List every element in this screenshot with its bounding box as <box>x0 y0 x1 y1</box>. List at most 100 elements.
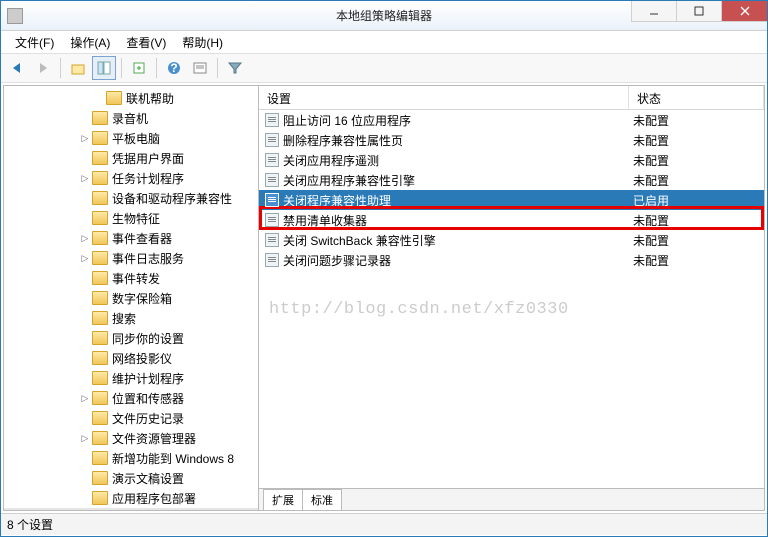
menu-view[interactable]: 查看(V) <box>118 31 174 54</box>
watermark-text: http://blog.csdn.net/xfz0330 <box>269 300 569 319</box>
setting-state: 未配置 <box>629 132 764 149</box>
setting-icon <box>265 213 279 227</box>
tree-item[interactable]: ▷平板电脑 <box>4 128 258 148</box>
list-row[interactable]: 关闭应用程序遥测未配置 <box>259 150 764 170</box>
tree-item[interactable]: 应用程序包部署 <box>4 488 258 508</box>
expander-icon <box>78 271 92 285</box>
tree-item[interactable]: 联机帮助 <box>4 88 258 108</box>
expander-icon[interactable]: ▷ <box>78 251 92 265</box>
folder-icon <box>92 211 108 225</box>
help-button[interactable]: ? <box>162 56 186 80</box>
tree-item-label: 位置和传感器 <box>112 390 184 407</box>
list-row[interactable]: 关闭问题步骤记录器未配置 <box>259 250 764 270</box>
menu-action[interactable]: 操作(A) <box>62 31 118 54</box>
back-button[interactable] <box>5 56 29 80</box>
setting-state: 未配置 <box>629 172 764 189</box>
tree-item[interactable]: ▷文件资源管理器 <box>4 428 258 448</box>
expander-icon <box>78 491 92 505</box>
tree-item[interactable]: ▷ 事件日志服务 <box>4 248 258 268</box>
tree-item[interactable]: 应用程序兼容性 <box>4 508 258 510</box>
tree-pane[interactable]: 联机帮助录音机▷平板电脑凭据用户界面▷任务计划程序设备和驱动程序兼容性生物特征▷… <box>4 86 259 510</box>
tree-item[interactable]: 生物特征 <box>4 208 258 228</box>
maximize-button[interactable] <box>676 1 721 22</box>
setting-name: 关闭 SwitchBack 兼容性引擎 <box>283 232 436 249</box>
list-body[interactable]: http://blog.csdn.net/xfz0330 阻止访问 16 位应用… <box>259 110 764 488</box>
tree-item[interactable]: 文件历史记录 <box>4 408 258 428</box>
tree-item[interactable]: 录音机 <box>4 108 258 128</box>
tab-extended[interactable]: 扩展 <box>263 489 303 510</box>
tree-item-label: 应用程序包部署 <box>112 490 196 507</box>
expander-icon <box>78 151 92 165</box>
list-row[interactable]: 阻止访问 16 位应用程序未配置 <box>259 110 764 130</box>
tree-item[interactable]: ▷ 位置和传感器 <box>4 388 258 408</box>
list-row[interactable]: 关闭程序兼容性助理已启用 <box>259 190 764 210</box>
properties-button[interactable] <box>188 56 212 80</box>
tree-item-label: 联机帮助 <box>126 90 174 107</box>
tree-item-label: 文件历史记录 <box>112 410 184 427</box>
up-button[interactable] <box>66 56 90 80</box>
expander-icon <box>92 91 106 105</box>
tree-item[interactable]: 维护计划程序 <box>4 368 258 388</box>
expander-icon[interactable]: ▷ <box>78 231 92 245</box>
tree-view-button[interactable] <box>92 56 116 80</box>
folder-icon <box>92 491 108 505</box>
setting-name: 关闭程序兼容性助理 <box>283 192 391 209</box>
list-row[interactable]: 关闭应用程序兼容性引擎未配置 <box>259 170 764 190</box>
tree-item-label: 事件日志服务 <box>112 250 184 267</box>
filter-button[interactable] <box>223 56 247 80</box>
column-header-setting[interactable]: 设置 <box>259 86 629 109</box>
expander-icon[interactable]: ▷ <box>78 391 92 405</box>
tree-item[interactable]: ▷任务计划程序 <box>4 168 258 188</box>
folder-icon <box>92 331 108 345</box>
tree-item[interactable]: 新增功能到 Windows 8 <box>4 448 258 468</box>
expander-icon[interactable]: ▷ <box>78 431 92 445</box>
folder-icon <box>92 351 108 365</box>
toolbar-separator <box>156 58 157 78</box>
setting-icon <box>265 253 279 267</box>
tree-item[interactable]: ▷ 事件查看器 <box>4 228 258 248</box>
forward-button[interactable] <box>31 56 55 80</box>
expander-icon[interactable]: ▷ <box>78 131 92 145</box>
tree-item[interactable]: 设备和驱动程序兼容性 <box>4 188 258 208</box>
setting-icon <box>265 113 279 127</box>
list-pane: 设置 状态 http://blog.csdn.net/xfz0330 阻止访问 … <box>259 86 764 510</box>
tree-item[interactable]: 网络投影仪 <box>4 348 258 368</box>
expander-icon <box>78 411 92 425</box>
tree: 联机帮助录音机▷平板电脑凭据用户界面▷任务计划程序设备和驱动程序兼容性生物特征▷… <box>4 86 258 510</box>
folder-icon <box>106 91 122 105</box>
folder-icon <box>92 231 108 245</box>
tree-item[interactable]: 演示文稿设置 <box>4 468 258 488</box>
list-row[interactable]: 删除程序兼容性属性页 未配置 <box>259 130 764 150</box>
list-header: 设置 状态 <box>259 86 764 110</box>
folder-icon <box>92 151 108 165</box>
folder-icon <box>92 431 108 445</box>
folder-icon <box>92 391 108 405</box>
tree-item[interactable]: 搜索 <box>4 308 258 328</box>
list-row[interactable]: 关闭 SwitchBack 兼容性引擎未配置 <box>259 230 764 250</box>
expander-icon[interactable]: ▷ <box>78 171 92 185</box>
menu-file[interactable]: 文件(F) <box>7 31 62 54</box>
tree-item-label: 数字保险箱 <box>112 290 172 307</box>
tree-item-label: 演示文稿设置 <box>112 470 184 487</box>
setting-name: 删除程序兼容性属性页 <box>283 132 403 149</box>
folder-icon <box>92 471 108 485</box>
menu-help[interactable]: 帮助(H) <box>174 31 231 54</box>
setting-name: 关闭问题步骤记录器 <box>283 252 391 269</box>
list-row[interactable]: 禁用清单收集器未配置 <box>259 210 764 230</box>
tree-item[interactable]: 同步你的设置 <box>4 328 258 348</box>
tree-item-label: 事件查看器 <box>112 230 172 247</box>
setting-name: 阻止访问 16 位应用程序 <box>283 112 411 129</box>
tree-item-label: 同步你的设置 <box>112 330 184 347</box>
tree-item[interactable]: 事件转发 <box>4 268 258 288</box>
close-button[interactable] <box>721 1 767 22</box>
expander-icon <box>78 331 92 345</box>
tree-item[interactable]: 数字保险箱 <box>4 288 258 308</box>
expander-icon <box>78 111 92 125</box>
tab-standard[interactable]: 标准 <box>302 489 342 510</box>
tree-item[interactable]: 凭据用户界面 <box>4 148 258 168</box>
column-header-state[interactable]: 状态 <box>629 86 764 109</box>
folder-icon <box>92 371 108 385</box>
tree-item-label: 设备和驱动程序兼容性 <box>112 190 232 207</box>
minimize-button[interactable] <box>631 1 676 22</box>
export-button[interactable] <box>127 56 151 80</box>
